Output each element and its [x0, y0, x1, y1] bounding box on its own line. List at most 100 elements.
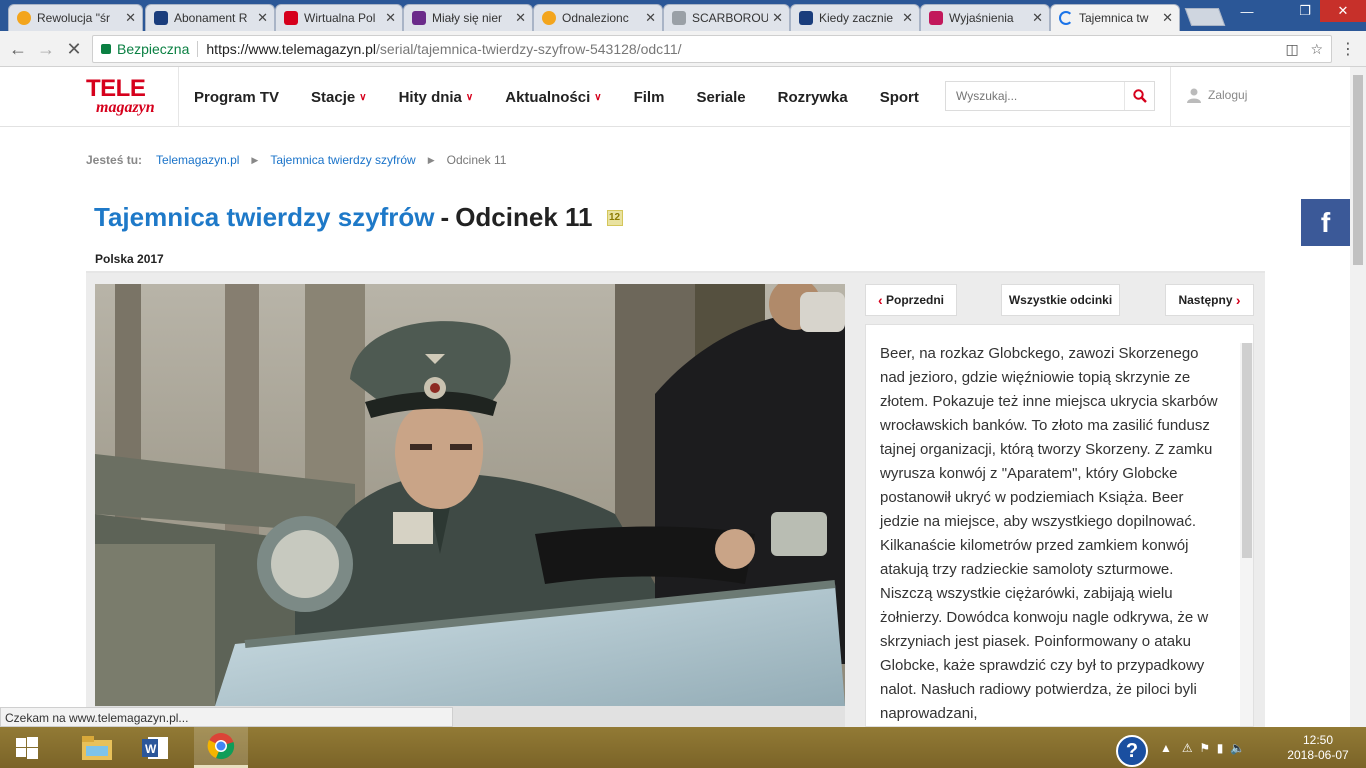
browser-status-bar: Czekam na www.telemagazyn.pl... [0, 707, 453, 727]
nav-item-aktualności[interactable]: Aktualności ∨ [505, 89, 601, 106]
nav-item-label: Film [633, 88, 665, 106]
chrome-logo-icon [207, 733, 235, 760]
next-episode-button[interactable]: Następny › [1165, 284, 1254, 316]
close-tab-icon[interactable]: ✕ [645, 10, 656, 26]
nav-item-label: Rozrywka [777, 88, 848, 106]
search-input[interactable] [946, 82, 1125, 110]
episode-photo-image [95, 284, 845, 706]
nav-item-stacje[interactable]: Stacje ∨ [311, 89, 367, 106]
main-menu: Program TV Stacje ∨ Hity dnia ∨ Aktualności ∨ F… [178, 67, 935, 127]
bookmark-star-icon[interactable]: ☆ [1310, 41, 1323, 57]
file-explorer-icon[interactable] [70, 727, 124, 768]
nav-item-label: Program TV [194, 88, 280, 106]
close-tab-icon[interactable]: ✕ [1162, 10, 1173, 26]
forward-icon[interactable]: → [34, 37, 58, 61]
orange-circle-icon [17, 11, 31, 25]
back-icon[interactable]: ← [6, 37, 30, 61]
telemagazyn-logo[interactable]: TELE magazyn [86, 77, 166, 118]
page-title: Tajemnica twierdzy szyfrów - Odcinek 11 … [94, 202, 623, 233]
url-host: https://www.telemagazyn.pl [206, 41, 377, 57]
m-logo-icon [154, 11, 168, 25]
flag-icon[interactable]: ⚑ [1199, 741, 1210, 755]
previous-episode-label: Poprzedni [886, 293, 945, 307]
stop-loading-icon[interactable]: ✕ [62, 37, 86, 61]
episode-title: Odcinek 11 [455, 202, 593, 232]
logo-bottom: magazyn [96, 99, 155, 116]
login-link[interactable]: Zaloguj [1186, 87, 1247, 103]
tab-title: Miały się nier [432, 11, 503, 25]
tab-strip: Rewolucja "śr ✕ Abonament R ✕ Wirtualna Pol ✕… [0, 0, 1366, 31]
star-logo-icon [799, 11, 813, 25]
maximize-button[interactable]: ❐ [1290, 0, 1320, 22]
nav-item-film[interactable]: Film [634, 89, 665, 106]
orange-circle-icon [542, 11, 556, 25]
browser-tab[interactable]: Wyjaśnienia ✕ [920, 4, 1050, 31]
close-tab-icon[interactable]: ✕ [385, 10, 396, 26]
header-divider-right [1170, 67, 1171, 127]
description-scrollbar-thumb[interactable] [1242, 343, 1252, 558]
browser-tab[interactable]: Abonament R ✕ [145, 4, 275, 31]
all-episodes-button[interactable]: Wszystkie odcinki [1001, 284, 1120, 316]
site-settings-icon[interactable]: ◫ [1286, 41, 1299, 57]
nav-item-label: Stacje [311, 88, 356, 106]
show-hidden-icons-icon[interactable]: ▲ [1160, 741, 1172, 755]
taskbar-clock[interactable]: 12:50 2018-06-07 [1286, 733, 1350, 763]
nav-item-hity-dnia[interactable]: Hity dnia ∨ [399, 89, 474, 106]
browser-tab[interactable]: Odnalezionc ✕ [533, 4, 663, 31]
nav-item-program-tv[interactable]: Program TV [194, 89, 279, 106]
site-header: TELE magazyn Program TV Stacje ∨ Hity dnia ∨… [0, 67, 1350, 127]
battery-icon[interactable]: ▮ [1217, 741, 1224, 755]
volume-icon[interactable]: 🔈 [1230, 741, 1245, 755]
browser-tab[interactable]: Tajemnica tw ✕ [1050, 4, 1180, 31]
browser-tab[interactable]: SCARBOROUG ✕ [663, 4, 790, 31]
age-rating-badge: 12 [606, 209, 623, 226]
chrome-icon[interactable] [194, 727, 248, 768]
breadcrumb-arrow-icon: ▶ [427, 154, 435, 165]
network-warning-icon[interactable]: ⚠ [1182, 741, 1193, 755]
browser-tab[interactable]: Miały się nier ✕ [403, 4, 533, 31]
close-window-button[interactable]: ✕ [1320, 0, 1366, 22]
breadcrumb-arrow-icon: ▶ [251, 154, 259, 165]
nav-item-rozrywka[interactable]: Rozrywka [778, 89, 848, 106]
browser-tab[interactable]: Wirtualna Pol ✕ [275, 4, 403, 31]
search-button[interactable] [1124, 82, 1154, 110]
chrome-menu-icon[interactable]: ⋮ [1340, 39, 1356, 59]
n-logo-icon [929, 11, 943, 25]
browser-tab[interactable]: Rewolucja "śr ✕ [8, 4, 143, 31]
page-scrollbar[interactable] [1350, 67, 1366, 727]
page-scrollbar-thumb[interactable] [1353, 75, 1363, 265]
nav-item-sport[interactable]: Sport [880, 89, 919, 106]
close-tab-icon[interactable]: ✕ [772, 10, 783, 26]
series-title-link[interactable]: Tajemnica twierdzy szyfrów [94, 202, 435, 233]
nav-item-seriale[interactable]: Seriale [696, 89, 745, 106]
windows-start-icon[interactable] [0, 727, 54, 768]
loading-icon [1059, 11, 1073, 25]
facebook-share-button[interactable]: f [1301, 199, 1350, 246]
address-bar[interactable]: Bezpieczna https://www.telemagazyn.pl/se… [92, 35, 1332, 63]
chevron-down-icon: ∨ [359, 91, 367, 103]
close-tab-icon[interactable]: ✕ [902, 10, 913, 26]
episode-description: Beer, na rozkaz Globckego, zawozi Skorze… [880, 345, 1218, 722]
tab-title: Rewolucja "śr [37, 11, 110, 25]
word-icon[interactable]: W [128, 727, 182, 768]
url-text: https://www.telemagazyn.pl/serial/tajemn… [206, 41, 681, 57]
new-tab-button[interactable] [1184, 8, 1226, 26]
description-scrollbar[interactable] [1240, 343, 1253, 726]
close-tab-icon[interactable]: ✕ [125, 10, 136, 26]
previous-episode-button[interactable]: ‹ Poprzedni [865, 284, 957, 316]
wp-logo-icon [284, 11, 298, 25]
tab-title: SCARBOROUG [692, 11, 768, 25]
svg-text:W: W [145, 742, 157, 756]
close-tab-icon[interactable]: ✕ [515, 10, 526, 26]
browser-tab[interactable]: Kiedy zacznie ✕ [790, 4, 920, 31]
help-icon[interactable]: ? [1116, 735, 1148, 767]
close-tab-icon[interactable]: ✕ [1032, 10, 1043, 26]
close-tab-icon[interactable]: ✕ [257, 10, 268, 26]
minimize-button[interactable]: — [1232, 0, 1262, 22]
breadcrumb-series[interactable]: Tajemnica twierdzy szyfrów [270, 153, 415, 167]
tab-title: Tajemnica tw [1079, 11, 1149, 25]
episode-photo [95, 284, 845, 706]
tab-title: Wyjaśnienia [949, 11, 1014, 25]
breadcrumb-home[interactable]: Telemagazyn.pl [156, 153, 239, 167]
document-icon [672, 11, 686, 25]
